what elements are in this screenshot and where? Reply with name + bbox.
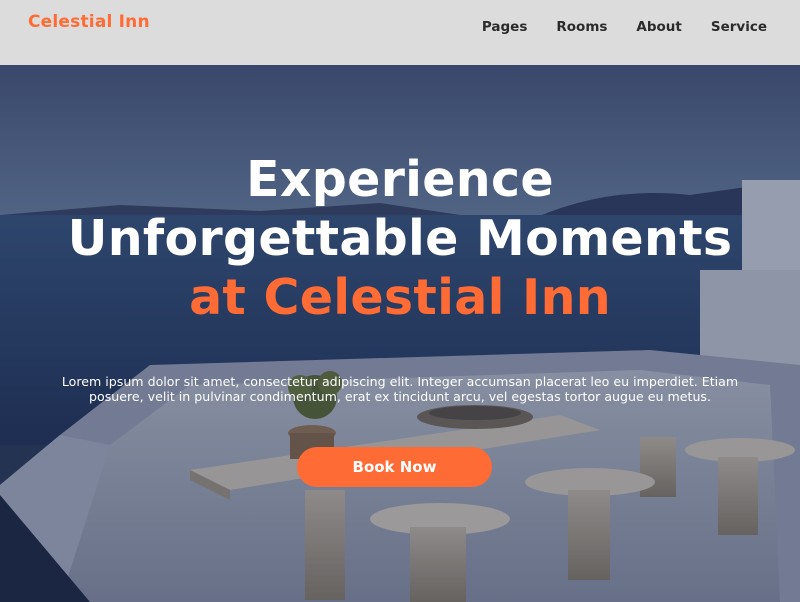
- hero-title: Experience Unforgettable Moments at Cele…: [0, 150, 800, 327]
- book-now-button[interactable]: Book Now: [297, 447, 492, 487]
- hero-section: Experience Unforgettable Moments at Cele…: [0, 65, 800, 602]
- brand-logo[interactable]: Celestial Inn: [28, 12, 150, 32]
- nav-item-pages[interactable]: Pages: [482, 19, 528, 35]
- navbar: Celestial Inn Pages Rooms About Service: [0, 0, 800, 65]
- nav-item-rooms[interactable]: Rooms: [556, 19, 607, 35]
- nav-menu: Pages Rooms About Service: [482, 19, 767, 35]
- hero-title-line-3: at Celestial Inn: [189, 269, 611, 326]
- hero-title-line-2: Unforgettable Moments: [67, 210, 733, 267]
- hero-overlay: [0, 65, 800, 602]
- nav-item-about[interactable]: About: [636, 19, 681, 35]
- nav-item-service[interactable]: Service: [711, 19, 767, 35]
- hero-title-line-1: Experience: [246, 151, 554, 208]
- hero-description: Lorem ipsum dolor sit amet, consectetur …: [61, 374, 739, 404]
